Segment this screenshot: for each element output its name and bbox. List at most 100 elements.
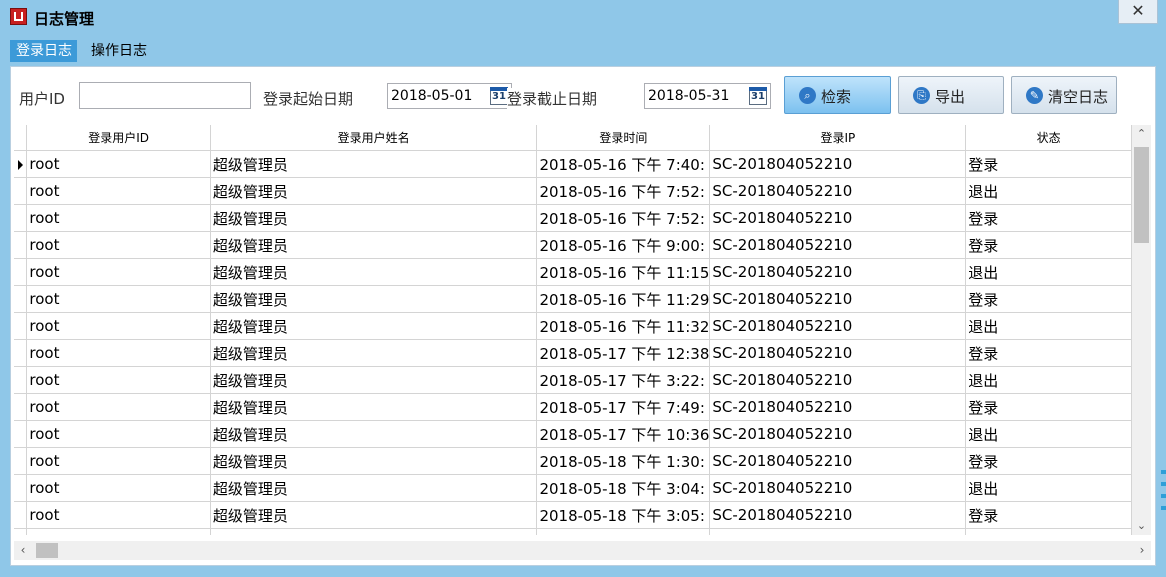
cell-login-time[interactable]: 2018-05-18 下午 3:06: [536,528,711,535]
cell-login-ip[interactable]: SC-201804052210 [709,231,967,259]
cell-user-name[interactable]: 超级管理员 [210,258,538,286]
cell-login-ip[interactable]: SC-201804052210 [709,312,967,340]
row-header[interactable] [14,339,28,367]
cell-login-ip[interactable]: SC-201804052210 [709,150,967,178]
table-row[interactable]: root 超级管理员 2018-05-16 下午 7:52: SC-201804052… [14,204,1132,232]
column-header-login-time[interactable]: 登录时间 [536,125,711,151]
cell-status[interactable]: 退出 [965,177,1132,205]
cell-login-ip[interactable]: SC-201804052210 [709,285,967,313]
cell-user-name[interactable]: 超级管理员 [210,528,538,535]
cell-status[interactable]: 登录 [965,501,1132,529]
cell-login-time[interactable]: 2018-05-16 下午 7:52: [536,204,711,232]
end-date-picker[interactable]: 2018-05-31 31 [644,83,771,109]
cell-login-time[interactable]: 2018-05-16 下午 9:00: [536,231,711,259]
row-header[interactable] [14,420,28,448]
table-row[interactable]: root 超级管理员 2018-05-16 下午 7:52: SC-201804052… [14,177,1132,205]
table-row[interactable]: root 超级管理员 2018-05-18 下午 1:30: SC-201804052… [14,447,1132,475]
cell-user-id[interactable]: root [26,393,211,421]
cell-user-id[interactable]: root [26,528,211,535]
cell-user-id[interactable]: root [26,177,211,205]
cell-login-ip[interactable]: SC-201804052210 [709,366,967,394]
scroll-right-icon[interactable]: › [1133,541,1151,560]
column-header-status[interactable]: 状态 [965,125,1132,151]
row-header[interactable] [14,447,28,475]
cell-login-time[interactable]: 2018-05-16 下午 11:32 [536,312,711,340]
calendar-icon[interactable]: 31 [749,87,767,105]
vertical-scroll-thumb[interactable] [1134,147,1149,243]
cell-status[interactable]: 退出 [965,312,1132,340]
cell-login-time[interactable]: 2018-05-17 下午 3:22: [536,366,711,394]
table-row[interactable]: root 超级管理员 2018-05-16 下午 11:32 SC-201804052… [14,312,1132,340]
cell-status[interactable]: 退出 [965,366,1132,394]
cell-user-name[interactable]: 超级管理员 [210,285,538,313]
cell-login-time[interactable]: 2018-05-17 下午 7:49: [536,393,711,421]
cell-login-time[interactable]: 2018-05-16 下午 7:40: [536,150,711,178]
cell-user-name[interactable]: 超级管理员 [210,150,538,178]
horizontal-scroll-thumb[interactable] [36,543,58,558]
cell-user-name[interactable]: 超级管理员 [210,312,538,340]
table-row[interactable]: root 超级管理员 2018-05-16 下午 11:15 SC-201804052… [14,258,1132,286]
tab-login-log[interactable]: 登录日志 [10,40,77,62]
cell-status[interactable]: 登录 [965,231,1132,259]
cell-login-ip[interactable]: SC-201804052210 [709,420,967,448]
cell-login-time[interactable]: 2018-05-16 下午 11:15 [536,258,711,286]
row-header[interactable] [14,204,28,232]
vertical-scrollbar[interactable]: ⌃ ⌄ [1132,125,1151,535]
row-header[interactable] [14,312,28,340]
cell-status[interactable]: 登录 [965,393,1132,421]
tab-operation-log[interactable]: 操作日志 [85,40,167,62]
cell-user-id[interactable]: root [26,501,211,529]
export-button[interactable]: ⎘ 导出 [898,76,1004,114]
column-header-user-id[interactable]: 登录用户ID [26,125,211,151]
user-id-input[interactable] [79,82,251,109]
cell-login-time[interactable]: 2018-05-17 下午 12:38 [536,339,711,367]
cell-user-id[interactable]: root [26,258,211,286]
row-header[interactable] [14,474,28,502]
cell-login-ip[interactable]: SC-201804052210 [709,339,967,367]
row-header[interactable] [14,177,28,205]
cell-login-ip[interactable]: SC-201804052210 [709,204,967,232]
row-header[interactable] [14,366,28,394]
row-header[interactable] [14,285,28,313]
cell-status[interactable]: 登录 [965,285,1132,313]
table-row[interactable]: root 超级管理员 2018-05-16 下午 9:00: SC-201804052… [14,231,1132,259]
cell-login-time[interactable]: 2018-05-18 下午 1:30: [536,447,711,475]
row-header[interactable] [14,231,28,259]
row-header[interactable] [14,258,28,286]
cell-status[interactable]: 退出 [965,528,1132,535]
table-row[interactable]: root 超级管理员 2018-05-17 下午 3:22: SC-201804052… [14,366,1132,394]
cell-user-name[interactable]: 超级管理员 [210,366,538,394]
table-row[interactable]: root 超级管理员 2018-05-17 下午 10:36 SC-201804052… [14,420,1132,448]
table-row[interactable]: root 超级管理员 2018-05-16 下午 11:29 SC-201804052… [14,285,1132,313]
cell-user-name[interactable]: 超级管理员 [210,447,538,475]
cell-login-time[interactable]: 2018-05-18 下午 3:05: [536,501,711,529]
cell-user-id[interactable]: root [26,420,211,448]
cell-user-id[interactable]: root [26,150,211,178]
row-header[interactable] [14,501,28,529]
cell-login-ip[interactable]: SC-201804052210 [709,528,967,535]
row-header[interactable] [14,393,28,421]
row-header[interactable] [14,150,28,178]
table-row[interactable]: root 超级管理员 2018-05-17 下午 12:38 SC-201804052… [14,339,1132,367]
cell-user-id[interactable]: root [26,231,211,259]
cell-user-name[interactable]: 超级管理员 [210,204,538,232]
cell-status[interactable]: 登录 [965,447,1132,475]
cell-status[interactable]: 登录 [965,150,1132,178]
cell-user-id[interactable]: root [26,285,211,313]
scroll-up-icon[interactable]: ⌃ [1132,125,1151,143]
cell-login-ip[interactable]: SC-201804052210 [709,393,967,421]
cell-user-name[interactable]: 超级管理员 [210,231,538,259]
cell-status[interactable]: 退出 [965,474,1132,502]
cell-status[interactable]: 登录 [965,204,1132,232]
cell-status[interactable]: 退出 [965,258,1132,286]
row-header[interactable] [14,528,28,535]
scroll-down-icon[interactable]: ⌄ [1132,517,1151,535]
table-row[interactable]: root 超级管理员 2018-05-16 下午 7:40: SC-201804052… [14,150,1132,178]
table-row[interactable]: root 超级管理员 2018-05-17 下午 7:49: SC-201804052… [14,393,1132,421]
cell-login-time[interactable]: 2018-05-16 下午 11:29 [536,285,711,313]
close-button[interactable]: ✕ [1118,0,1158,24]
table-row[interactable]: root超级管理员2018-05-18 下午 3:06:SC-201804052… [14,528,1132,535]
cell-login-ip[interactable]: SC-201804052210 [709,177,967,205]
calendar-icon[interactable]: 31 [490,87,508,105]
column-header-login-ip[interactable]: 登录IP [709,125,967,151]
